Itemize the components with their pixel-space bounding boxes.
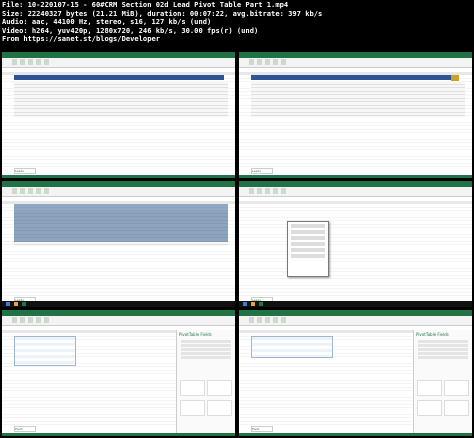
- values-area[interactable]: [207, 400, 232, 416]
- sheet-tab[interactable]: Pivot: [251, 426, 273, 432]
- filters-area[interactable]: [180, 380, 205, 396]
- pivot-fields-pane[interactable]: PivotTable Fields: [413, 330, 472, 433]
- pivot-fields-pane[interactable]: PivotTable Fields: [176, 330, 235, 433]
- thumbnail-2[interactable]: Leads: [239, 52, 472, 178]
- sheet-tab[interactable]: Pivot: [14, 426, 36, 432]
- status-bar: [2, 433, 235, 436]
- status-bar: [2, 175, 235, 178]
- header-banner: [14, 75, 224, 80]
- status-bar: [239, 433, 472, 436]
- media-info-header: File: 10-220107-15 - 60#CRM Section 02d …: [0, 0, 474, 52]
- ribbon: [239, 58, 472, 68]
- data-rows: [14, 81, 228, 117]
- filters-area[interactable]: [417, 380, 442, 396]
- rows-area[interactable]: [180, 400, 205, 416]
- thumbnail-grid: Leads Leads Leads Leads PivotTable Field…: [2, 52, 472, 437]
- ribbon: [2, 187, 235, 197]
- rows-area[interactable]: [417, 400, 442, 416]
- values-area[interactable]: [444, 400, 469, 416]
- ribbon: [2, 316, 235, 326]
- thumbnail-5[interactable]: PivotTable Fields Pivot: [2, 310, 235, 436]
- ribbon: [239, 187, 472, 197]
- ribbon: [2, 58, 235, 68]
- thumbnail-1[interactable]: Leads: [2, 52, 235, 178]
- pivot-table-placeholder[interactable]: [14, 336, 76, 366]
- header-banner: [251, 75, 451, 80]
- ribbon: [239, 316, 472, 326]
- create-pivot-dialog[interactable]: [287, 221, 329, 277]
- taskbar: [2, 301, 235, 307]
- pivot-table-placeholder[interactable]: [251, 336, 333, 358]
- pane-title: PivotTable Fields: [179, 332, 212, 337]
- data-rows: [251, 81, 465, 117]
- sheet-tab[interactable]: Leads: [14, 168, 36, 174]
- selected-range[interactable]: [14, 204, 228, 242]
- taskbar: [239, 301, 472, 307]
- status-bar: [239, 175, 472, 178]
- sheet-grid: [239, 204, 472, 297]
- columns-area[interactable]: [444, 380, 469, 396]
- pane-title: PivotTable Fields: [416, 332, 449, 337]
- thumbnail-4[interactable]: Leads: [239, 181, 472, 307]
- columns-area[interactable]: [207, 380, 232, 396]
- sheet-tab[interactable]: Leads: [251, 168, 273, 174]
- thumbnail-6[interactable]: PivotTable Fields Pivot: [239, 310, 472, 436]
- source-line: From https://sanet.st/blogs/Developer: [2, 34, 161, 43]
- thumbnail-3[interactable]: Leads: [2, 181, 235, 307]
